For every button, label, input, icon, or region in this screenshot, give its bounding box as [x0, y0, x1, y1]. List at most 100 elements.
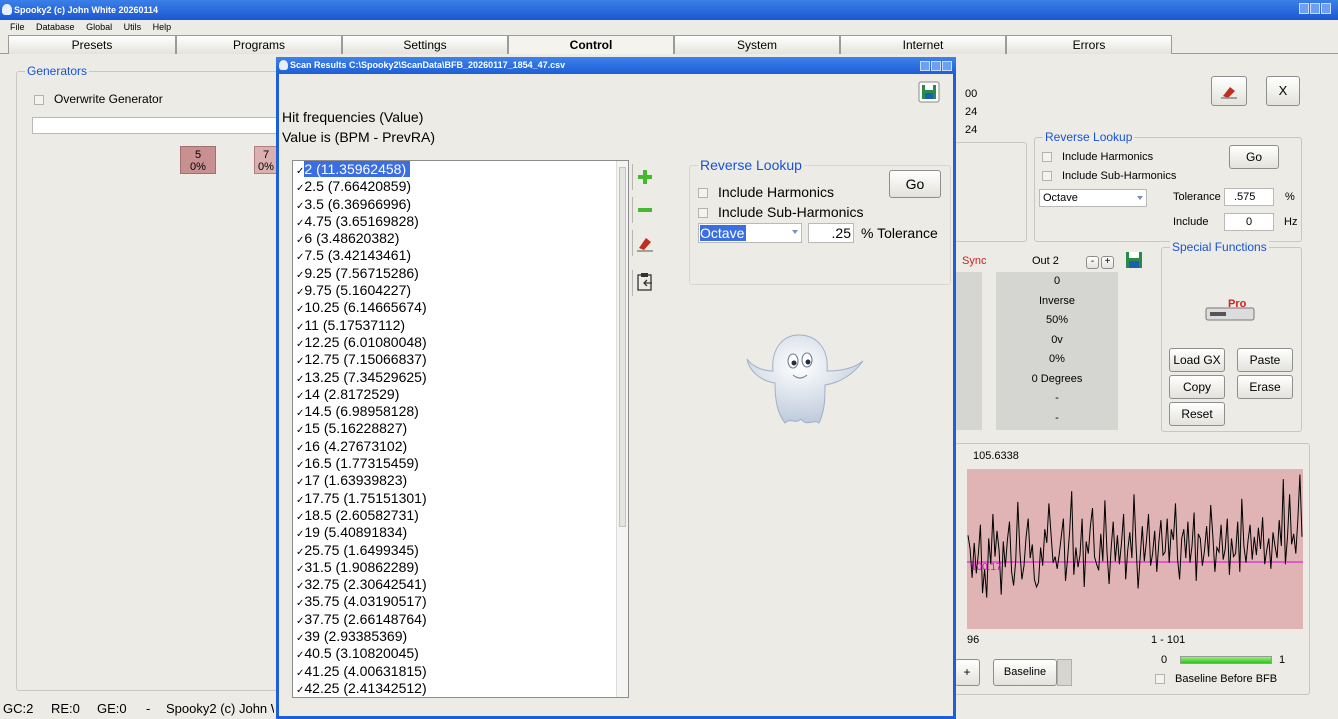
- list-item[interactable]: ✓14.5 (6.98958128): [293, 403, 628, 420]
- list-item[interactable]: ✓4.75 (3.65169828): [293, 213, 628, 230]
- tab-presets[interactable]: Presets: [8, 35, 176, 54]
- menu-file[interactable]: File: [10, 22, 25, 32]
- tab-errors[interactable]: Errors: [1006, 35, 1172, 54]
- bg-include-field[interactable]: 0: [1224, 213, 1274, 231]
- list-item[interactable]: ✓15 (5.16228827): [293, 420, 628, 437]
- bg-include-sub-harmonics-row[interactable]: Include Sub-Harmonics: [1042, 170, 1176, 182]
- add-button[interactable]: [632, 164, 656, 190]
- bg-include-harmonics-row[interactable]: Include Harmonics: [1042, 151, 1153, 163]
- close-icon[interactable]: [1321, 3, 1331, 14]
- dialog-save-button[interactable]: [918, 81, 940, 106]
- list-item-label: 14.5 (6.98958128): [304, 403, 419, 420]
- menu-global[interactable]: Global: [86, 22, 112, 32]
- include-sub-harmonics-row[interactable]: Include Sub-Harmonics: [698, 204, 864, 220]
- list-item[interactable]: ✓3.5 (6.36966996): [293, 196, 628, 213]
- paste-from-clipboard-button[interactable]: [632, 270, 656, 296]
- baseline-before-bfb-row[interactable]: Baseline Before BFB: [1155, 673, 1277, 685]
- dialog-close-icon[interactable]: [942, 61, 952, 71]
- octave-select[interactable]: Octave: [698, 223, 802, 243]
- include-harmonics-row[interactable]: Include Harmonics: [698, 184, 834, 200]
- tolerance-input[interactable]: .25: [808, 223, 854, 243]
- list-item-label: 16.5 (1.77315459): [304, 455, 419, 472]
- baseline-before-bfb-checkbox[interactable]: [1155, 674, 1165, 685]
- out2-minus-button[interactable]: -: [1086, 256, 1099, 269]
- bg-tolerance-field[interactable]: .575: [1224, 188, 1274, 206]
- erase-button[interactable]: Erase: [1237, 375, 1293, 399]
- plus-icon: [637, 170, 652, 184]
- remove-button[interactable]: [632, 197, 656, 223]
- include-sub-harmonics-checkbox[interactable]: [698, 208, 708, 219]
- bg-include-harmonics-checkbox[interactable]: [1042, 152, 1052, 163]
- hit-frequency-list[interactable]: ✓2 (11.35962458) ✓2.5 (7.66420859) ✓3.5 (6…: [292, 160, 629, 698]
- menu-help[interactable]: Help: [153, 22, 172, 32]
- list-item[interactable]: ✓2.5 (7.66420859): [293, 178, 628, 195]
- include-sub-harmonics-label: Include Sub-Harmonics: [718, 204, 864, 220]
- load-gx-button[interactable]: Load GX: [1169, 348, 1225, 372]
- list-scroll-thumb[interactable]: [619, 167, 626, 527]
- list-item[interactable]: ✓17 (1.63939823): [293, 472, 628, 489]
- bg-clear-button[interactable]: [1211, 76, 1247, 106]
- overwrite-generator-row[interactable]: Overwrite Generator: [34, 92, 163, 106]
- tab-settings[interactable]: Settings: [342, 35, 508, 54]
- save-icon: [918, 81, 940, 103]
- list-item[interactable]: ✓2 (11.35962458): [293, 161, 628, 178]
- dialog-maximize-icon[interactable]: [931, 61, 941, 71]
- generator-tile-7[interactable]: 7 0%: [254, 146, 278, 174]
- list-item[interactable]: ✓31.5 (1.90862289): [293, 559, 628, 576]
- paste-button[interactable]: Paste: [1237, 348, 1293, 372]
- tab-system[interactable]: System: [674, 35, 840, 54]
- list-item[interactable]: ✓32.75 (2.30642541): [293, 576, 628, 593]
- list-item-label: 9.25 (7.56715286): [304, 264, 419, 281]
- baseline-button[interactable]: Baseline: [993, 659, 1057, 686]
- list-item[interactable]: ✓40.5 (3.10820045): [293, 645, 628, 662]
- list-item[interactable]: ✓10.25 (6.14665674): [293, 299, 628, 316]
- list-item[interactable]: ✓16.5 (1.77315459): [293, 455, 628, 472]
- list-item[interactable]: ✓42.25 (2.41342512): [293, 680, 628, 697]
- maximize-icon[interactable]: [1310, 3, 1320, 14]
- list-item[interactable]: ✓14 (2.8172529): [293, 386, 628, 403]
- list-item[interactable]: ✓6 (3.48620382): [293, 230, 628, 247]
- reset-button[interactable]: Reset: [1169, 402, 1225, 426]
- list-item-label: 17.75 (1.75151301): [304, 489, 427, 506]
- list-item[interactable]: ✓37.75 (2.66148764): [293, 611, 628, 628]
- list-item[interactable]: ✓13.25 (7.34529625): [293, 369, 628, 386]
- out2-plus-button[interactable]: +: [1101, 256, 1114, 269]
- overwrite-generator-checkbox[interactable]: [34, 94, 44, 105]
- include-harmonics-checkbox[interactable]: [698, 188, 708, 199]
- dialog-minimize-icon[interactable]: [920, 61, 930, 71]
- clear-button[interactable]: [632, 230, 656, 256]
- list-item[interactable]: ✓9.75 (5.1604227): [293, 282, 628, 299]
- list-item[interactable]: ✓7.5 (3.42143461): [293, 247, 628, 264]
- list-item[interactable]: ✓39 (2.93385369): [293, 628, 628, 645]
- bg-mode-select[interactable]: Octave: [1039, 189, 1147, 207]
- bg-close-button[interactable]: X: [1266, 76, 1300, 106]
- generator-name-field[interactable]: [32, 117, 282, 134]
- menu-database[interactable]: Database: [36, 22, 75, 32]
- list-scrollbar[interactable]: [616, 161, 628, 697]
- graph-plus-button[interactable]: +: [955, 659, 980, 686]
- list-item[interactable]: ✓16 (4.27673102): [293, 438, 628, 455]
- tab-control[interactable]: Control: [508, 35, 674, 54]
- list-item[interactable]: ✓12.75 (7.15066837): [293, 351, 628, 368]
- bg-include-sub-harmonics-checkbox[interactable]: [1042, 171, 1052, 182]
- window-controls: [1298, 3, 1332, 16]
- list-item[interactable]: ✓25.75 (1.6499345): [293, 542, 628, 559]
- reverse-lookup-go-button[interactable]: Go: [889, 170, 941, 198]
- copy-button[interactable]: Copy: [1169, 375, 1225, 399]
- list-item[interactable]: ✓9.25 (7.56715286): [293, 265, 628, 282]
- tab-programs[interactable]: Programs: [176, 35, 342, 54]
- bg-go-button[interactable]: Go: [1229, 145, 1279, 169]
- list-item[interactable]: ✓18.5 (2.60582731): [293, 507, 628, 524]
- generator-tile-5[interactable]: 5 0%: [180, 146, 216, 174]
- tab-internet[interactable]: Internet: [840, 35, 1006, 54]
- bg-tolerance-label: Tolerance: [1173, 191, 1221, 203]
- list-item[interactable]: ✓19 (5.40891834): [293, 524, 628, 541]
- list-item[interactable]: ✓11 (5.17537112): [293, 317, 628, 334]
- list-item[interactable]: ✓35.75 (4.03190517): [293, 593, 628, 610]
- list-item[interactable]: ✓41.25 (4.00631815): [293, 663, 628, 680]
- menu-utils[interactable]: Utils: [124, 22, 142, 32]
- minimize-icon[interactable]: [1299, 3, 1309, 14]
- list-item[interactable]: ✓12.25 (6.01080048): [293, 334, 628, 351]
- list-item[interactable]: ✓17.75 (1.75151301): [293, 490, 628, 507]
- out2-save-icon[interactable]: [1125, 251, 1143, 272]
